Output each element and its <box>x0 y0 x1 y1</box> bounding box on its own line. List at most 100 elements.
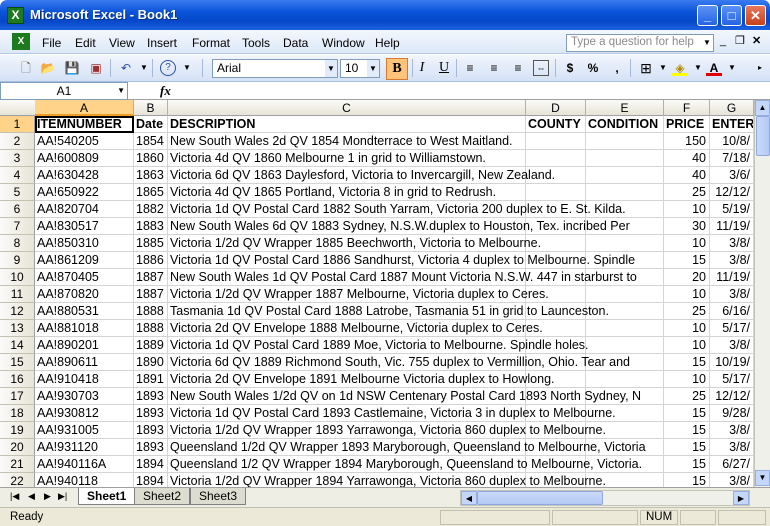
cell-condition[interactable] <box>586 235 664 252</box>
row-header[interactable]: 12 <box>0 303 35 320</box>
cell-description[interactable]: Victoria 1/2d QV Wrapper 1894 Yarrawonga… <box>168 473 606 487</box>
formula-input[interactable] <box>180 82 770 99</box>
cell-itemnumber[interactable]: AA!880531 <box>35 303 134 320</box>
open-icon[interactable]: 📂 <box>40 60 56 76</box>
cell-enter[interactable]: 6/27/ <box>710 456 754 473</box>
cell-price[interactable]: 15 <box>664 252 710 269</box>
cell-itemnumber[interactable]: AA!940118 <box>35 473 134 487</box>
cell-description[interactable]: Victoria 1d QV Postal Card 1889 Moe, Vic… <box>168 337 589 354</box>
cell-enter[interactable]: 10/8/ <box>710 133 754 150</box>
cell-itemnumber[interactable]: AA!600809 <box>35 150 134 167</box>
cell-enter[interactable]: 6/16/ <box>710 303 754 320</box>
cell-enter[interactable]: 3/8/ <box>710 252 754 269</box>
cell-condition[interactable] <box>586 371 664 388</box>
maximize-button[interactable]: □ <box>721 5 742 26</box>
permission-icon[interactable]: ▣ <box>88 60 104 76</box>
cell-description[interactable]: Queensland 1/2d QV Wrapper 1893 Maryboro… <box>168 439 646 456</box>
cell-price[interactable]: 15 <box>664 456 710 473</box>
cell-date[interactable]: 1893 <box>134 388 168 405</box>
minimize-button[interactable]: _ <box>697 5 718 26</box>
column-header-f[interactable]: F <box>664 100 710 116</box>
cell-price[interactable]: 40 <box>664 167 710 184</box>
merge-center-icon[interactable]: ⇔ <box>533 60 549 76</box>
cell-date[interactable]: 1886 <box>134 252 168 269</box>
fill-dropdown-icon[interactable]: ▼ <box>690 60 706 76</box>
cell-date[interactable]: 1893 <box>134 439 168 456</box>
cell-condition[interactable] <box>586 184 664 201</box>
cell-description[interactable]: Victoria 6d QV 1889 Richmond South, Vic.… <box>168 354 630 371</box>
scroll-up-icon[interactable]: ▲ <box>755 100 770 116</box>
cell-itemnumber[interactable]: AA!650922 <box>35 184 134 201</box>
cell-enter[interactable]: 3/8/ <box>710 473 754 487</box>
cell-enter[interactable]: 7/18/ <box>710 150 754 167</box>
help-search-input[interactable]: Type a question for help ▼ <box>566 34 714 52</box>
cell-price[interactable]: 15 <box>664 439 710 456</box>
chevron-down-icon[interactable]: ▼ <box>117 83 125 99</box>
fill-color-icon[interactable]: ◈ <box>672 60 688 76</box>
chevron-down-icon[interactable]: ▼ <box>367 60 379 77</box>
cell-itemnumber[interactable]: AA!881018 <box>35 320 134 337</box>
cell-itemnumber[interactable]: AA!930812 <box>35 405 134 422</box>
cell-description[interactable]: Victoria 1/2d QV Wrapper 1887 Melbourne,… <box>168 286 549 303</box>
cell-enter[interactable]: 10/19/ <box>710 354 754 371</box>
column-header-g[interactable]: G <box>710 100 754 116</box>
row-header[interactable]: 14 <box>0 337 35 354</box>
cell-description[interactable]: Victoria 6d QV 1863 Daylesford, Victoria… <box>168 167 555 184</box>
prev-sheet-icon[interactable]: ◀ <box>28 491 35 502</box>
cell-date[interactable]: 1894 <box>134 473 168 487</box>
cell-description[interactable]: New South Wales 1d QV Postal Card 1887 M… <box>168 269 637 286</box>
column-header-c[interactable]: C <box>168 100 526 116</box>
cell-itemnumber-header[interactable]: ITEMNUMBER <box>35 116 134 133</box>
cell-itemnumber[interactable]: AA!890201 <box>35 337 134 354</box>
cell-description[interactable]: Victoria 4d QV 1865 Portland, Victoria 8… <box>168 184 526 201</box>
cell-description[interactable]: Victoria 1d QV Postal Card 1893 Castlema… <box>168 405 616 422</box>
bold-button[interactable]: B <box>386 58 408 80</box>
first-sheet-icon[interactable]: |◀ <box>10 491 19 502</box>
menu-file[interactable]: File <box>42 36 61 50</box>
cell-county[interactable] <box>526 150 586 167</box>
cell-description[interactable]: Tasmania 1d QV Postal Card 1888 Latrobe,… <box>168 303 609 320</box>
next-sheet-icon[interactable]: ▶ <box>44 491 51 502</box>
row-header[interactable]: 11 <box>0 286 35 303</box>
menu-tools[interactable]: Tools <box>242 36 270 50</box>
cell-itemnumber[interactable]: AA!931005 <box>35 422 134 439</box>
scroll-down-icon[interactable]: ▼ <box>755 470 770 486</box>
menu-help[interactable]: Help <box>375 36 400 50</box>
cell-itemnumber[interactable]: AA!630428 <box>35 167 134 184</box>
vertical-scroll-thumb[interactable] <box>756 116 770 156</box>
cell-enter[interactable]: 5/17/ <box>710 320 754 337</box>
cell-itemnumber[interactable]: AA!910418 <box>35 371 134 388</box>
cell-date[interactable]: 1865 <box>134 184 168 201</box>
cell-description[interactable]: Victoria 2d QV Envelope 1888 Melbourne, … <box>168 320 543 337</box>
cell-itemnumber[interactable]: AA!850310 <box>35 235 134 252</box>
cell-date[interactable]: 1891 <box>134 371 168 388</box>
cell-enter[interactable]: 3/8/ <box>710 422 754 439</box>
cell-itemnumber[interactable]: AA!940116A <box>35 456 134 473</box>
cell-itemnumber[interactable]: AA!861209 <box>35 252 134 269</box>
cell-date[interactable]: 1883 <box>134 218 168 235</box>
scroll-left-icon[interactable]: ◀ <box>461 491 477 505</box>
cell-enter[interactable]: 5/17/ <box>710 371 754 388</box>
cell-enter[interactable]: 11/19/ <box>710 269 754 286</box>
column-header-e[interactable]: E <box>586 100 664 116</box>
cell-price[interactable]: 40 <box>664 150 710 167</box>
font-size-select[interactable]: 10 ▼ <box>340 59 380 78</box>
cell-date[interactable]: 1863 <box>134 167 168 184</box>
chevron-down-icon[interactable]: ▼ <box>325 60 337 77</box>
cell-description[interactable]: Victoria 1/2d QV Wrapper 1893 Yarrawonga… <box>168 422 606 439</box>
cell-date-header[interactable]: Date <box>134 116 168 133</box>
cell-county-header[interactable]: COUNTY <box>526 116 586 133</box>
cell-date[interactable]: 1890 <box>134 354 168 371</box>
row-header[interactable]: 4 <box>0 167 35 184</box>
cell-description[interactable]: Victoria 1d QV Postal Card 1882 South Ya… <box>168 201 626 218</box>
cell-condition[interactable] <box>586 150 664 167</box>
row-header[interactable]: 17 <box>0 388 35 405</box>
comma-style-icon[interactable]: , <box>609 60 625 76</box>
cell-enter-header[interactable]: ENTER <box>710 116 754 133</box>
row-header[interactable]: 16 <box>0 371 35 388</box>
excel-app-icon[interactable]: X <box>7 7 24 24</box>
row-header[interactable]: 1 <box>0 116 35 133</box>
row-header[interactable]: 20 <box>0 439 35 456</box>
cell-price[interactable]: 10 <box>664 235 710 252</box>
cell-enter[interactable]: 3/6/ <box>710 167 754 184</box>
